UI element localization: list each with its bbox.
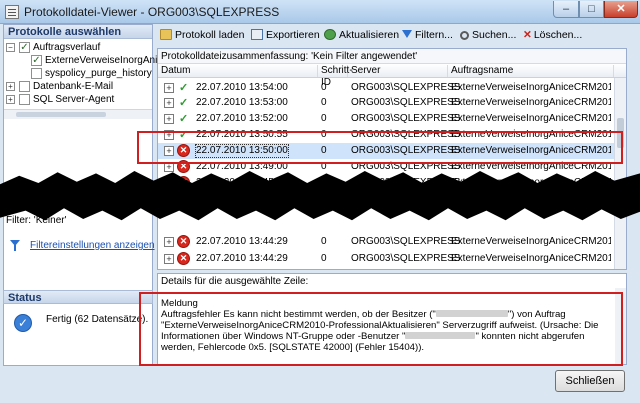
job-cell: ExterneVerweiseInorgAniceCRM2010- xyxy=(451,253,611,264)
success-icon: ✓ xyxy=(179,97,189,109)
expand-icon[interactable]: + xyxy=(6,82,15,91)
error-icon: ✕ xyxy=(177,235,190,248)
filter-icon xyxy=(10,240,20,251)
tree-item-label: Auftragsverlauf xyxy=(33,42,101,53)
close-button[interactable]: Schließen xyxy=(555,370,625,392)
error-icon: ✕ xyxy=(177,252,190,265)
tree-item-label: SQL Server-Agent xyxy=(33,94,115,105)
table-row[interactable]: + ✓ 22.07.2010 13:52:00 0 ORG003\SQLEXPRESS E… xyxy=(158,111,616,127)
column-header-job[interactable]: Auftragsname xyxy=(448,65,614,77)
tree-item-label: ExterneVerweiseInorgAni xyxy=(45,55,158,66)
column-header-date[interactable]: Datum xyxy=(158,65,318,77)
details-caption: Details für die ausgewählte Zeile: xyxy=(161,276,309,287)
date-cell: 22.07.2010 13:54:00 xyxy=(196,82,288,93)
tree-horizontal-scrollbar[interactable] xyxy=(4,109,152,119)
expand-icon[interactable]: + xyxy=(164,98,174,108)
status-done-icon: ✓ xyxy=(14,314,32,332)
checkbox-job[interactable]: ✓ xyxy=(31,55,42,66)
log-tree: − ✓ Auftragsverlauf ✓ ExterneVerweiseIno… xyxy=(4,39,157,119)
refresh-button[interactable]: Aktualisieren xyxy=(324,28,399,42)
highlight-box-details xyxy=(139,292,623,366)
export-icon xyxy=(251,29,263,40)
delete-button[interactable]: ✕ Löschen... xyxy=(523,28,582,42)
folder-icon xyxy=(160,29,172,40)
expand-icon[interactable]: + xyxy=(164,114,174,124)
expand-icon[interactable]: + xyxy=(164,254,174,264)
column-header-step[interactable]: Schritt-ID xyxy=(318,65,353,88)
title-bar: Protokolldatei-Viewer - ORG003\SQLEXPRES… xyxy=(0,0,640,24)
app-icon xyxy=(5,5,19,19)
table-row[interactable]: + ✕ 22.07.2010 13:44:29 0 ORG003\SQLEXPRESS E… xyxy=(158,251,616,267)
job-cell: ExterneVerweiseInorgAniceCRM2010- xyxy=(451,236,611,247)
server-cell: ORG003\SQLEXPRESS xyxy=(351,253,461,264)
job-cell: ExterneVerweiseInorgAniceCRM2010- xyxy=(451,82,611,93)
server-cell: ORG003\SQLEXPRESS xyxy=(351,97,461,108)
server-cell: ORG003\SQLEXPRESS xyxy=(351,82,461,93)
status-text: Fertig (62 Datensätze). xyxy=(46,314,149,325)
highlight-box-selected-row xyxy=(137,131,623,164)
tree-item-label: syspolicy_purge_history xyxy=(45,68,152,79)
checkbox-job-history[interactable]: ✓ xyxy=(19,42,30,53)
success-icon: ✓ xyxy=(179,82,189,94)
log-selection-header: Protokolle auswählen xyxy=(4,25,152,39)
maximize-button[interactable]: □ xyxy=(579,1,604,18)
refresh-icon xyxy=(324,29,336,40)
delete-icon: ✕ xyxy=(523,29,532,41)
expand-icon[interactable]: + xyxy=(6,95,15,104)
expand-icon[interactable]: + xyxy=(164,237,174,247)
filter-icon xyxy=(402,30,412,38)
step-cell: 0 xyxy=(321,253,327,264)
column-header-server[interactable]: Server xyxy=(348,65,448,77)
search-button[interactable]: Suchen... xyxy=(460,28,516,42)
expand-icon[interactable]: + xyxy=(164,83,174,93)
step-cell: 0 xyxy=(321,82,327,93)
checkbox-database-mail[interactable] xyxy=(19,81,30,92)
load-log-label: Protokoll laden xyxy=(175,29,245,41)
step-cell: 0 xyxy=(321,97,327,108)
export-button[interactable]: Exportieren xyxy=(251,28,320,42)
table-row[interactable]: + ✓ 22.07.2010 13:53:00 0 ORG003\SQLEXPRESS E… xyxy=(158,95,616,111)
search-icon xyxy=(460,31,469,40)
success-icon: ✓ xyxy=(179,113,189,125)
job-cell: ExterneVerweiseInorgAniceCRM2010- xyxy=(451,113,611,124)
checkbox-sql-agent[interactable] xyxy=(19,94,30,105)
date-cell: 22.07.2010 13:52:00 xyxy=(196,113,288,124)
date-cell: 22.07.2010 13:44:29 xyxy=(196,253,288,264)
grid-vertical-scrollbar[interactable] xyxy=(614,78,626,269)
filter-settings-link[interactable]: Filtereinstellungen anzeigen xyxy=(30,240,155,251)
delete-label: Löschen... xyxy=(533,29,583,41)
status-header: Status xyxy=(3,290,153,304)
date-cell: 22.07.2010 13:44:29 xyxy=(196,236,288,247)
filter-button[interactable]: Filtern... xyxy=(402,28,453,42)
collapse-icon[interactable]: − xyxy=(6,43,15,52)
export-label: Exportieren xyxy=(266,29,320,41)
filter-label: Filtern... xyxy=(415,29,453,41)
job-cell: ExterneVerweiseInorgAniceCRM2010- xyxy=(451,97,611,108)
grid-header: Datum Schritt-ID Server Auftragsname xyxy=(158,64,626,88)
date-cell: 22.07.2010 13:53:00 xyxy=(196,97,288,108)
search-label: Suchen... xyxy=(472,29,517,41)
table-row[interactable]: + ✓ 22.07.2010 13:54:00 0 ORG003\SQLEXPRESS E… xyxy=(158,80,616,96)
refresh-label: Aktualisieren xyxy=(339,29,400,41)
server-cell: ORG003\SQLEXPRESS xyxy=(351,113,461,124)
toolbar: Protokoll laden Exportieren Aktualisiere… xyxy=(156,26,640,44)
close-window-button[interactable]: ✕ xyxy=(604,1,638,18)
tree-item-label: Datenbank-E-Mail xyxy=(33,81,114,92)
checkbox-syspolicy[interactable] xyxy=(31,68,42,79)
step-cell: 0 xyxy=(321,236,327,247)
table-row[interactable]: + ✕ 22.07.2010 13:44:29 0 ORG003\SQLEXPRESS E… xyxy=(158,234,616,250)
filter-status-text: Filter: 'Keiner' xyxy=(6,215,67,226)
minimize-button[interactable]: – xyxy=(553,1,579,18)
server-cell: ORG003\SQLEXPRESS xyxy=(351,236,461,247)
load-log-button[interactable]: Protokoll laden xyxy=(160,28,244,42)
window-title: Protokolldatei-Viewer - ORG003\SQLEXPRES… xyxy=(24,5,280,19)
log-summary: Protokolldateizusammenfassung: 'Kein Fil… xyxy=(158,49,626,64)
step-cell: 0 xyxy=(321,113,327,124)
